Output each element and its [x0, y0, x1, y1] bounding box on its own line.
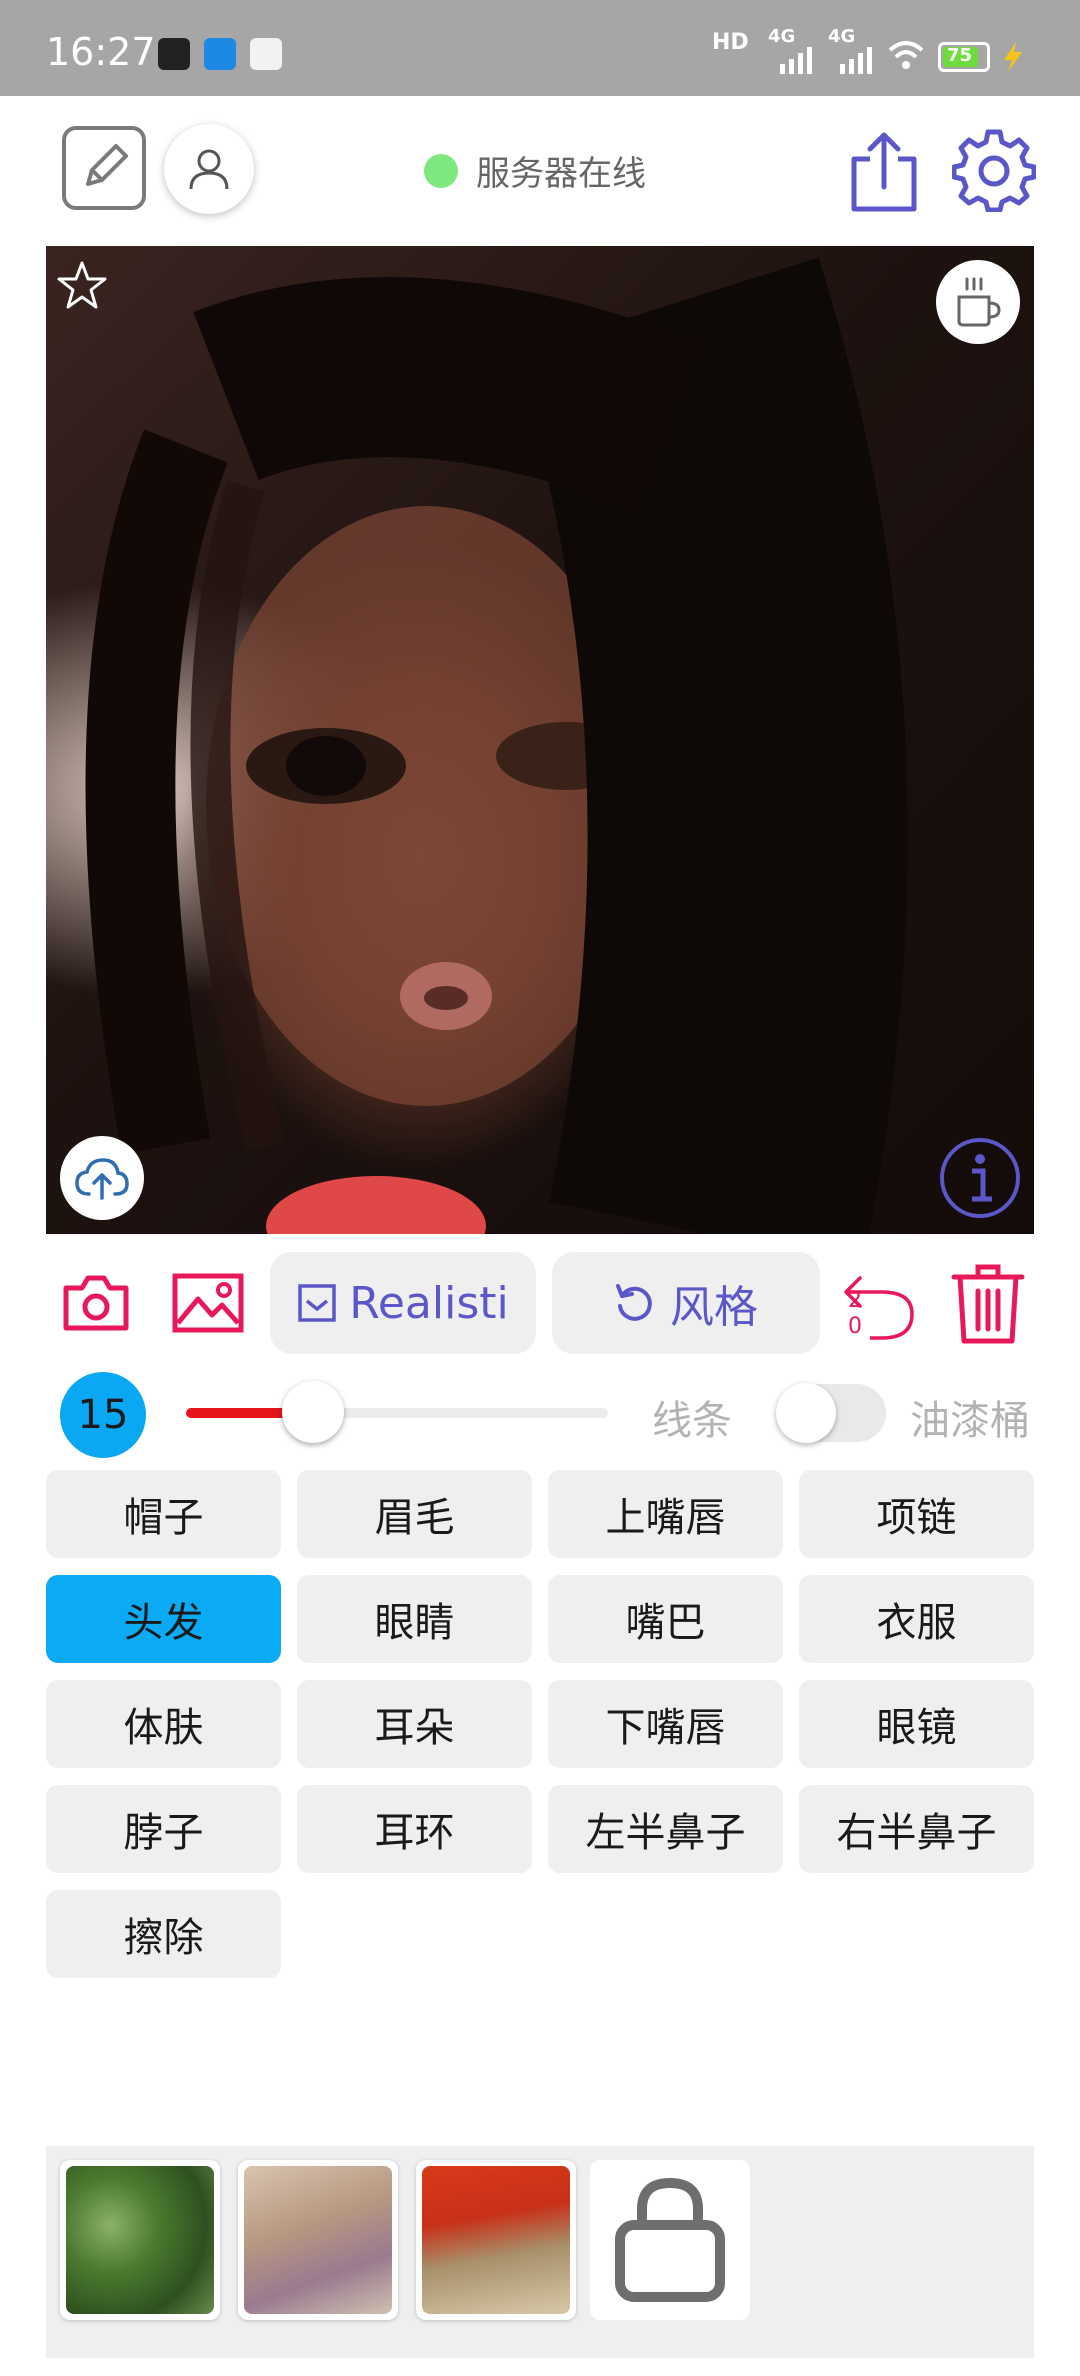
signal-icon: [780, 47, 812, 74]
upload-button[interactable]: [60, 1136, 144, 1220]
part-button[interactable]: 头发: [46, 1575, 281, 1663]
status-bar: 16:27 HD 4G 4G 75: [0, 0, 1080, 96]
thumbnail-image: [66, 2166, 214, 2314]
bucket-toggle[interactable]: [776, 1383, 886, 1443]
trash-icon: [951, 1264, 1025, 1344]
style-button[interactable]: 风格: [552, 1252, 820, 1354]
toggle-thumb: [776, 1383, 836, 1443]
gear-icon: [952, 129, 1036, 212]
settings-button[interactable]: [950, 126, 1038, 214]
part-button[interactable]: 耳朵: [297, 1680, 532, 1768]
edit-icon[interactable]: [62, 126, 146, 210]
part-button[interactable]: 耳环: [297, 1785, 532, 1873]
bucket-mode-label: 油漆桶: [910, 1398, 1030, 1444]
info-button[interactable]: [938, 1136, 1022, 1220]
part-button[interactable]: 嘴巴: [548, 1575, 783, 1663]
delete-button[interactable]: [948, 1260, 1028, 1348]
brush-size-slider[interactable]: [186, 1381, 608, 1443]
app-notification-icon: [158, 38, 190, 70]
user-icon: [189, 149, 229, 190]
checkbox-icon: [298, 1284, 336, 1322]
server-status-dot: [424, 153, 458, 188]
portrait-image: [85, 257, 908, 1234]
part-button[interactable]: 眼镜: [799, 1680, 1034, 1768]
hd-indicator: HD: [712, 30, 749, 55]
thumbnail-image: [244, 2166, 392, 2314]
star-icon: [57, 261, 107, 309]
part-button[interactable]: 衣服: [799, 1575, 1034, 1663]
favorite-button[interactable]: [54, 258, 110, 314]
coffee-icon: [957, 277, 1001, 327]
coffee-button[interactable]: [936, 260, 1020, 344]
part-button[interactable]: 项链: [799, 1470, 1034, 1558]
undo-count: 0: [848, 1314, 862, 1339]
thumbnail-image: [422, 2166, 570, 2314]
style-thumbnail[interactable]: [60, 2160, 220, 2320]
part-button[interactable]: 眼睛: [297, 1575, 532, 1663]
shop-button[interactable]: [590, 2160, 750, 2320]
style-thumbnail[interactable]: [416, 2160, 576, 2320]
line-mode-label: 线条: [652, 1398, 732, 1444]
shopping-bag-icon: [615, 2177, 725, 2302]
slider-thumb[interactable]: [281, 1381, 344, 1443]
battery-icon: 75: [938, 42, 990, 72]
pen-icon: [86, 144, 128, 186]
gallery-button[interactable]: [170, 1270, 246, 1336]
network-type: 4G: [768, 26, 796, 47]
charging-icon: [1004, 42, 1022, 72]
style-mode-label: Realisti: [349, 1277, 509, 1329]
refresh-icon: [616, 1284, 652, 1321]
server-status: 服务器在线: [424, 146, 646, 195]
part-button[interactable]: 脖子: [46, 1785, 281, 1873]
image-canvas[interactable]: [46, 246, 1034, 1234]
wifi-icon: [888, 41, 924, 69]
user-avatar-button[interactable]: [164, 124, 254, 214]
cloud-upload-icon: [75, 1158, 129, 1200]
network-type: 4G: [828, 26, 856, 47]
part-button[interactable]: 左半鼻子: [548, 1785, 783, 1873]
camera-button[interactable]: [60, 1270, 132, 1336]
brush-size-badge: 15: [60, 1372, 146, 1458]
taobao-notification-icon: [250, 38, 282, 70]
share-icon: [851, 132, 917, 212]
battery-level: 75: [947, 45, 973, 66]
part-button[interactable]: 擦除: [46, 1890, 281, 1978]
part-button[interactable]: 下嘴唇: [548, 1680, 783, 1768]
info-icon: [940, 1138, 1020, 1218]
undo-button[interactable]: 2 0: [840, 1262, 920, 1348]
part-button[interactable]: 体肤: [46, 1680, 281, 1768]
style-thumbnail[interactable]: [238, 2160, 398, 2320]
style-tray: [46, 2146, 1034, 2358]
server-status-text: 服务器在线: [476, 154, 646, 194]
style-button-label: 风格: [670, 1282, 758, 1333]
part-button[interactable]: 眉毛: [297, 1470, 532, 1558]
image-icon: [172, 1273, 244, 1333]
style-mode-toggle[interactable]: Realisti: [270, 1252, 536, 1354]
face-parts-grid: 帽子 眉毛 上嘴唇 项链头发 眼睛 嘴巴 衣服体肤 耳朵 下嘴唇 眼镜脖子 耳环 左半鼻子 右半鼻子擦除: [46, 1470, 1034, 1978]
part-button[interactable]: 右半鼻子: [799, 1785, 1034, 1873]
app-notification-icon: [204, 38, 236, 70]
undo-count: 2: [848, 1288, 862, 1313]
part-button[interactable]: 帽子: [46, 1470, 281, 1558]
camera-icon: [63, 1275, 129, 1331]
part-button[interactable]: 上嘴唇: [548, 1470, 783, 1558]
share-button[interactable]: [844, 126, 924, 216]
signal-icon: [840, 47, 872, 74]
status-time: 16:27: [46, 30, 156, 74]
